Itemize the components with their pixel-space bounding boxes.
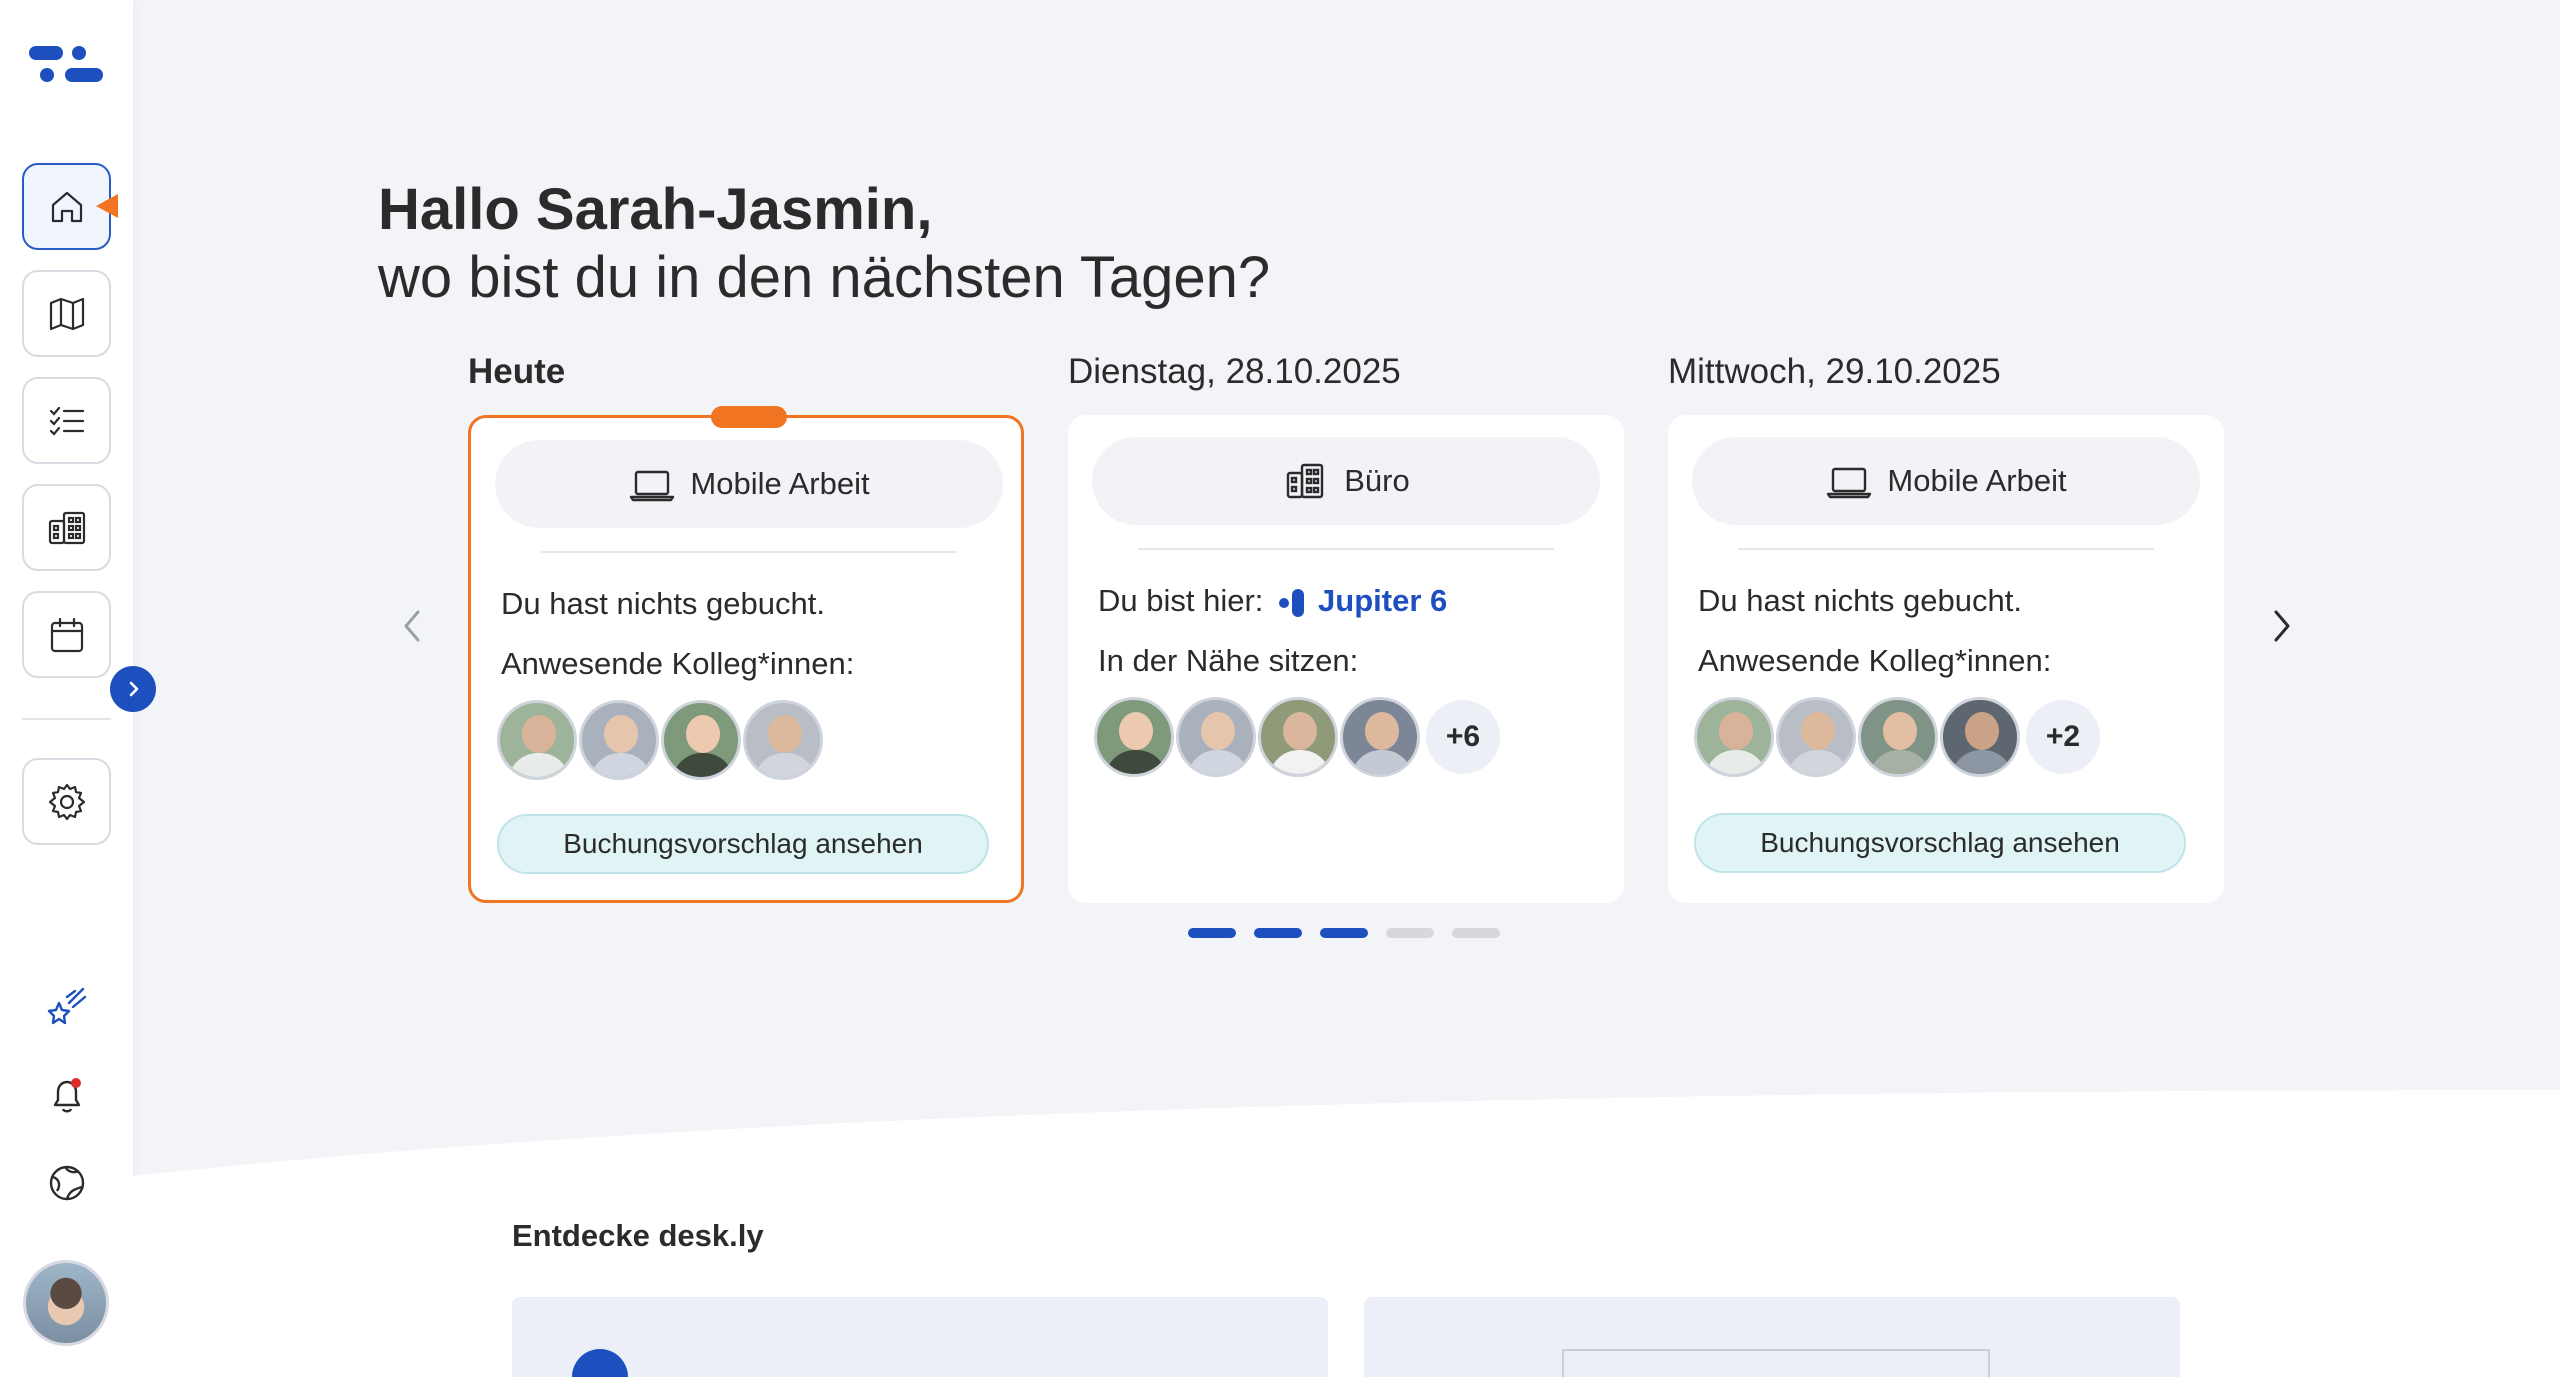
colleague-avatar[interactable] [1176,697,1256,777]
discover-card[interactable] [512,1297,1328,1377]
colleagues-label: In der Nähe sitzen: [1098,643,1359,678]
nav-settings-button[interactable] [22,758,111,845]
laptop-icon [630,470,675,502]
pagination-dot[interactable] [1188,928,1236,938]
day-card-tuesday[interactable]: Büro Du bist hier: Jupiter 6 In der Nähe… [1068,415,1624,903]
pagination-dot[interactable] [1452,928,1500,938]
booking-suggestion-button[interactable]: Buchungsvorschlag ansehen [497,814,989,874]
discover-title: Entdecke desk.ly [512,1218,764,1253]
greeting-title: Hallo Sarah-Jasmin, [378,177,933,242]
home-icon [51,191,82,222]
laptop-icon [1827,467,1872,499]
colleague-avatar[interactable] [1258,697,1338,777]
section-background [133,1090,2560,1377]
work-mode-label: Mobile Arbeit [690,466,870,501]
discover-card[interactable] [1364,1297,2180,1377]
pagination-dot[interactable] [1320,928,1368,938]
booked-location: Du bist hier: Jupiter 6 [1098,583,1447,621]
nav-bookings-button[interactable] [22,377,111,464]
work-mode-selector[interactable]: Mobile Arbeit [495,440,1003,528]
expand-sidebar-button[interactable] [110,666,156,712]
carousel-pagination [1188,928,1500,938]
greeting-subtitle: wo bist du in den nächsten Tagen? [378,245,1271,310]
nav-map-button[interactable] [22,270,111,357]
globe-icon [49,1165,85,1201]
colleague-avatars [497,700,825,780]
feature-illustration [1562,1349,1990,1377]
chevron-left-icon [404,610,420,642]
desk-ly-logo[interactable] [29,44,105,84]
carousel-prev-button[interactable] [390,604,434,648]
map-icon [49,297,84,330]
nav-office-button[interactable] [22,484,111,571]
pagination-dot[interactable] [1386,928,1434,938]
office-building-icon [1287,463,1324,499]
carousel-next-button[interactable] [2260,604,2304,648]
day-label-today: Heute [468,352,566,391]
colleague-avatar[interactable] [1694,697,1774,777]
colleagues-label: Anwesende Kolleg*innen: [501,646,855,681]
card-divider [541,551,957,553]
feature-illustration [572,1349,628,1377]
colleagues-label: Anwesende Kolleg*innen: [1698,643,2052,678]
work-mode-label: Büro [1344,463,1410,498]
colleague-avatars: +2 [1694,697,2100,777]
calendar-icon [50,617,83,652]
colleague-avatars: +6 [1094,697,1500,777]
office-building-icon [48,511,85,544]
card-divider [1738,548,2154,550]
chevron-right-icon [129,681,139,697]
notification-bell-icon [53,1078,81,1113]
day-label-tuesday: Dienstag, 28.10.2025 [1068,352,1401,391]
more-colleagues-badge[interactable]: +2 [2026,700,2100,774]
colleague-avatar[interactable] [1858,697,1938,777]
settings-icon [48,783,85,820]
pagination-dot[interactable] [1254,928,1302,938]
work-mode-selector[interactable]: Büro [1092,437,1600,525]
booking-status: Du hast nichts gebucht. [1698,583,2022,618]
day-label-wednesday: Mittwoch, 29.10.2025 [1668,352,2001,391]
whats-new-icon [47,987,87,1025]
checklist-icon [49,406,84,436]
location-prefix: Du bist hier: [1098,583,1264,618]
colleague-avatar[interactable] [1094,697,1174,777]
colleague-avatar[interactable] [1940,697,2020,777]
colleague-avatar[interactable] [743,700,823,780]
more-colleagues-badge[interactable]: +6 [1426,700,1500,774]
work-mode-label: Mobile Arbeit [1887,463,2067,498]
colleague-avatar[interactable] [661,700,741,780]
nav-calendar-button[interactable] [22,591,111,678]
day-card-today[interactable]: Mobile Arbeit Du hast nichts gebucht. An… [468,406,1024,903]
location-link[interactable]: Jupiter 6 [1318,583,1447,618]
active-nav-marker [96,194,118,218]
card-divider [1138,548,1554,550]
language-button[interactable] [40,1156,94,1210]
colleague-avatar[interactable] [1776,697,1856,777]
booking-suggestion-button[interactable]: Buchungsvorschlag ansehen [1694,813,2186,873]
colleague-avatar[interactable] [497,700,577,780]
day-card-wednesday[interactable]: Mobile Arbeit Du hast nichts gebucht. An… [1668,415,2224,903]
desk-location-icon [1279,588,1305,617]
sidebar-divider [22,718,111,720]
chevron-right-icon [2274,610,2290,642]
colleague-avatar[interactable] [579,700,659,780]
selected-indicator [711,406,787,428]
colleague-avatar[interactable] [1340,697,1420,777]
work-mode-selector[interactable]: Mobile Arbeit [1692,437,2200,525]
booking-status: Du hast nichts gebucht. [501,586,825,621]
user-avatar[interactable] [23,1260,109,1346]
notifications-button[interactable] [40,1068,94,1122]
whats-new-button[interactable] [40,980,94,1034]
